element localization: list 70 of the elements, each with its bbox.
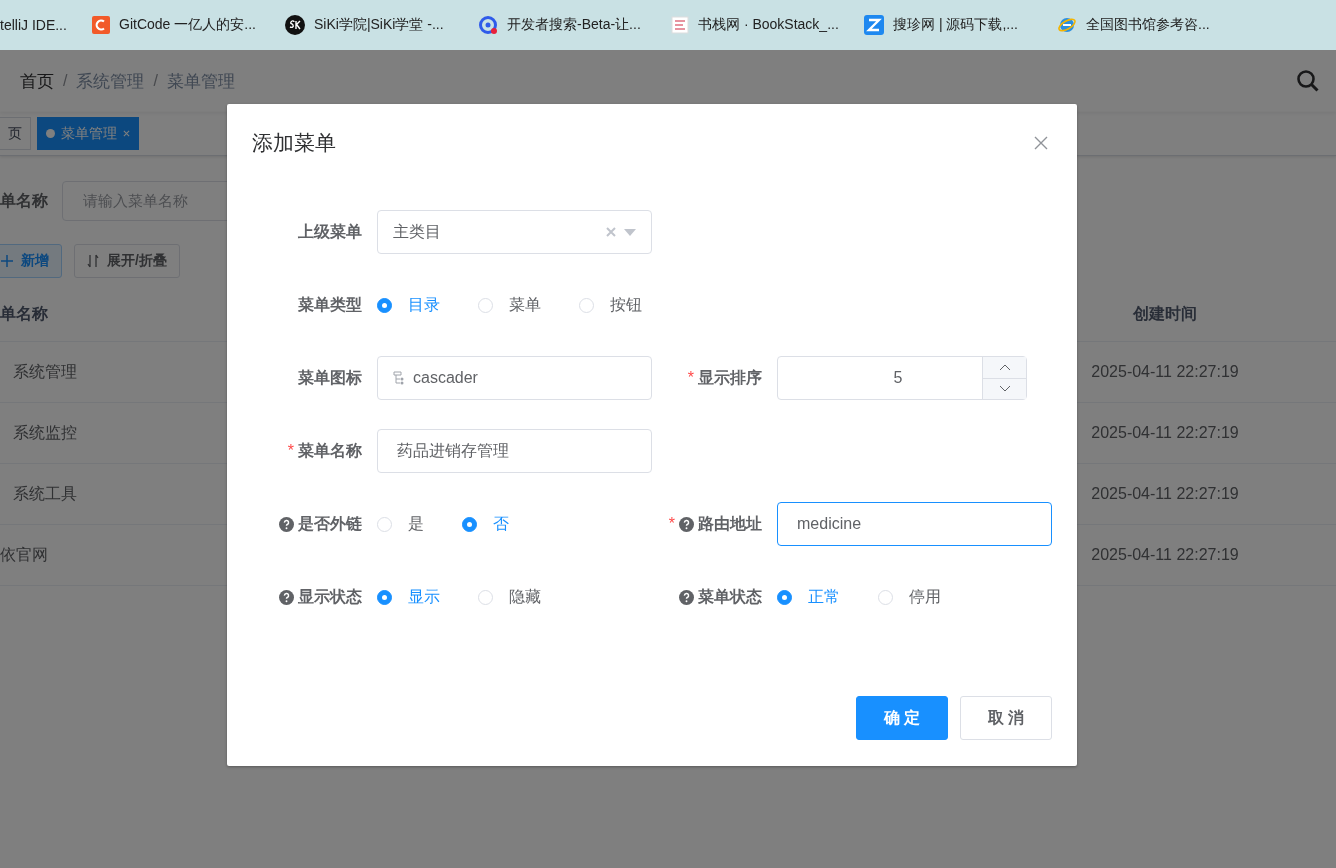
chevron-up-icon <box>998 363 1011 371</box>
table-cell: 2025-04-11 22:27:19 <box>1091 363 1239 381</box>
circle-logo-icon <box>285 15 305 35</box>
chevron-down-icon <box>998 385 1011 393</box>
field-label: 菜单类型 <box>298 294 362 315</box>
bookmark[interactable]: telliJ IDE... <box>0 17 92 33</box>
page-tab[interactable]: 页 <box>0 117 31 150</box>
radio-option[interactable]: 隐藏 <box>478 586 541 608</box>
dot-icon <box>46 129 55 138</box>
bookmark[interactable]: 书栈网 · BookStack_... <box>671 16 864 34</box>
table-cell-text: 系统监控 <box>12 422 77 443</box>
radio-option[interactable]: 目录 <box>377 294 440 316</box>
radio-option[interactable]: 停用 <box>878 586 941 608</box>
caret-icon[interactable] <box>624 228 636 236</box>
bookmark[interactable]: 开发者搜索-Beta-让... <box>478 15 671 35</box>
field-label: 路由地址 <box>698 513 762 534</box>
radio-option[interactable]: 显示 <box>377 586 440 608</box>
confirm-button[interactable]: 确 定 <box>856 696 948 740</box>
radio-option[interactable]: 正常 <box>777 586 840 608</box>
breadcrumb-separator: / <box>153 72 158 90</box>
field-label: 显示状态 <box>298 586 362 607</box>
dialog-title: 添加菜单 <box>252 130 336 156</box>
breadcrumb-item: 系统管理 <box>76 70 145 93</box>
ring-icon <box>478 15 498 35</box>
field-label: 显示排序 <box>698 367 762 388</box>
cancel-button[interactable]: 取 消 <box>960 696 1052 740</box>
column-header: 单名称 <box>0 304 48 324</box>
tree-icon <box>393 371 405 385</box>
expand-toggle-button[interactable]: 展开/折叠 <box>74 244 180 278</box>
bookmark[interactable]: SiKi学院|SiKi学堂 -... <box>285 15 478 35</box>
table-cell: 2025-04-11 22:27:19 <box>1091 424 1239 442</box>
breadcrumb-separator: / <box>63 72 68 90</box>
breadcrumb-item[interactable]: 首页 <box>20 69 54 93</box>
sort-icon <box>87 254 99 268</box>
field-label: 菜单状态 <box>698 586 762 607</box>
number-field[interactable]: 5 <box>777 356 1027 400</box>
globe-icon <box>1057 15 1077 35</box>
column-header: 创建时间 <box>1133 304 1197 324</box>
z-logo-icon <box>864 15 884 35</box>
field-label: 是否外链 <box>298 513 362 534</box>
radio-option[interactable]: 按钮 <box>579 294 642 316</box>
required-mark: * <box>687 369 694 387</box>
clear-icon[interactable] <box>606 227 616 237</box>
text-input-field[interactable]: medicine <box>777 502 1052 546</box>
icon-select-field[interactable]: cascader <box>377 356 652 400</box>
required-mark: * <box>287 442 294 460</box>
table-cell: 2025-04-11 22:27:19 <box>1091 546 1239 564</box>
c-logo-icon <box>92 16 110 34</box>
text-input-field[interactable]: 药品进销存管理 <box>377 429 652 473</box>
table-cell: 2025-04-11 22:27:19 <box>1091 485 1239 503</box>
breadcrumb-item: 菜单管理 <box>166 70 235 93</box>
field-label: 菜单名称 <box>298 440 362 461</box>
radio-option[interactable]: 是 <box>377 513 424 535</box>
plus-icon <box>1 255 13 267</box>
field-label: 上级菜单 <box>298 221 362 242</box>
radio-option[interactable]: 否 <box>462 513 509 535</box>
bookmark[interactable]: 全国图书馆参考咨... <box>1057 15 1250 35</box>
close-icon[interactable] <box>1034 136 1048 150</box>
page-icon <box>671 16 689 34</box>
bookmark[interactable]: 搜珍网 | 源码下载,... <box>864 15 1057 35</box>
search-label: 单名称 <box>0 190 48 211</box>
table-cell-text: 依官网 <box>0 544 48 565</box>
field-label: 菜单图标 <box>298 367 362 388</box>
bookmark[interactable]: GitCode 一亿人的安... <box>92 16 285 34</box>
table-cell-text: 系统管理 <box>12 361 77 382</box>
select-field[interactable]: 主类目 <box>377 210 652 254</box>
radio-option[interactable]: 菜单 <box>478 294 541 316</box>
required-mark: * <box>668 515 675 533</box>
search-icon[interactable] <box>1296 69 1320 93</box>
table-cell-text: 系统工具 <box>12 483 77 504</box>
